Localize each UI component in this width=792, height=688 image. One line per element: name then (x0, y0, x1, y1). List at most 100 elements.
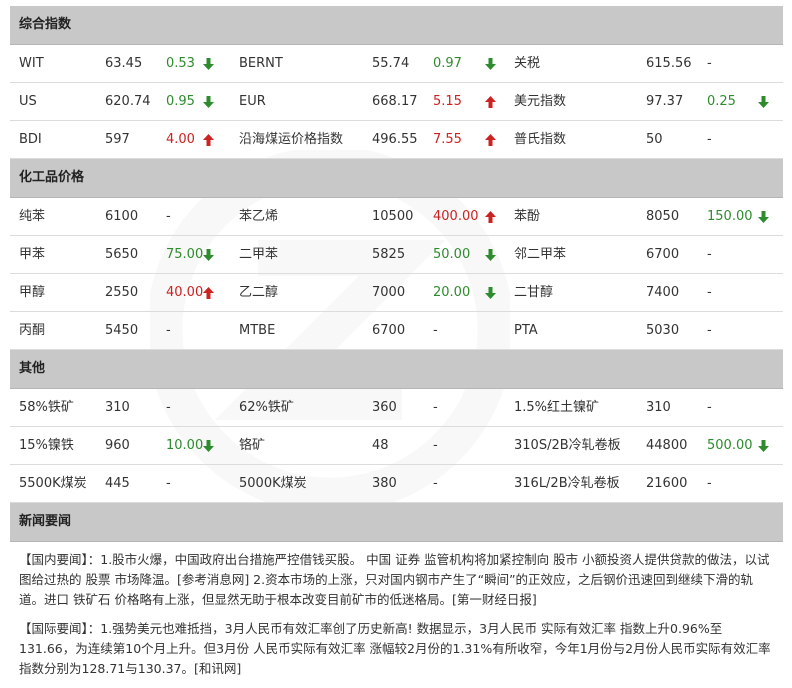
item-name: PTA (514, 323, 538, 338)
item-change: 75.00 (166, 247, 204, 262)
item-change: 20.00 (433, 285, 471, 300)
table-row: 丙酮 5450 - MTBE 6700 - PTA 5030 - (10, 312, 783, 350)
table-row: WIT 63.45 0.53 BERNT 55.74 0.97 关税 615.56- (10, 45, 783, 83)
item-name: 乙二醇 (239, 285, 279, 300)
item-value: 48 (372, 438, 389, 453)
item-value: 8050 (646, 209, 680, 224)
item-change: 0.95 (166, 94, 195, 109)
item-change: 0.53 (166, 56, 195, 71)
item-value: 5825 (372, 247, 406, 262)
arrow-up-icon (203, 287, 214, 299)
arrow-down-icon (203, 96, 214, 108)
item-change: - (433, 438, 438, 453)
item-change: 400.00 (433, 209, 479, 224)
item-name: 关税 (514, 56, 541, 71)
item-name: 316L/2B冷轧卷板 (514, 476, 620, 491)
section-header-news: 新闻要闻 (10, 503, 783, 542)
arrow-down-icon (485, 287, 496, 299)
item-value: 615.56 (646, 56, 692, 71)
item-name: 甲醇 (19, 285, 46, 300)
news-domestic: 【国内要闻】：1.股市火爆，中国政府出台措施严控借钱买股。 中国 证券 监管机构… (19, 552, 770, 607)
item-change: - (166, 209, 171, 224)
item-change: - (433, 476, 438, 491)
item-change: 5.15 (433, 94, 462, 109)
item-name: 5500K煤炭 (19, 476, 87, 491)
item-value: 55.74 (372, 56, 410, 71)
item-value: 10500 (372, 209, 414, 224)
item-value: 960 (105, 438, 130, 453)
arrow-down-icon (203, 58, 214, 70)
arrow-down-icon (203, 249, 214, 261)
item-change: 10.00 (166, 438, 204, 453)
item-value: 445 (105, 476, 130, 491)
arrow-up-icon (203, 134, 214, 146)
item-value: 5030 (646, 323, 680, 338)
item-value: 7000 (372, 285, 406, 300)
item-name: BERNT (239, 56, 283, 71)
table-row: 5500K煤炭 445 - 5000K煤炭 380 - 316L/2B冷轧卷板 21600 - (10, 465, 783, 503)
section-header-composite: 综合指数 (10, 6, 783, 45)
item-name: WIT (19, 56, 44, 71)
item-value: 44800 (646, 438, 688, 453)
table-row: 15%镍铁 960 10.00 铬矿 48 - 310S/2B冷轧卷板 44800 500.00 (10, 427, 783, 465)
arrow-down-icon (758, 211, 769, 223)
item-name: 苯酚 (514, 209, 541, 224)
item-name: 甲苯 (19, 247, 46, 262)
item-change: - (707, 323, 712, 338)
item-name: 纯苯 (19, 209, 46, 224)
chemicals-table: 纯苯 6100 - 苯乙烯 10500 400.00 苯酚 8050 150.00 甲苯 5650 7… (10, 198, 783, 350)
item-change: 50.00 (433, 247, 471, 262)
item-value: 360 (372, 400, 397, 415)
item-value: 6100 (105, 209, 139, 224)
arrow-down-icon (485, 249, 496, 261)
item-change: 0.25 (707, 94, 736, 109)
item-name: EUR (239, 94, 266, 109)
item-name: 美元指数 (514, 94, 567, 109)
item-value: 2550 (105, 285, 139, 300)
item-change: 4.00 (166, 132, 195, 147)
item-name: BDI (19, 132, 42, 147)
item-change: - (707, 132, 712, 147)
table-row: BDI 597 4.00 沿海煤运价格指数 496.55 7.55 普氏指数 50 - (10, 121, 783, 159)
item-change: 0.97 (433, 56, 462, 71)
table-row: 58%铁矿 310 - 62%铁矿 360 - 1.5%红土镍矿 310 - (10, 389, 783, 427)
arrow-up-icon (485, 96, 496, 108)
arrow-down-icon (758, 440, 769, 452)
composite-table: WIT 63.45 0.53 BERNT 55.74 0.97 关税 615.56- US 620… (10, 45, 783, 159)
table-row: 甲苯 5650 75.00 二甲苯 5825 50.00 邻二甲苯 6700 - (10, 236, 783, 274)
section-header-chemicals: 化工品价格 (10, 159, 783, 198)
item-name: 普氏指数 (514, 132, 567, 147)
item-change: 500.00 (707, 438, 753, 453)
item-change: - (433, 400, 438, 415)
item-change: - (707, 476, 712, 491)
item-value: 310 (105, 400, 130, 415)
arrow-down-icon (485, 58, 496, 70)
news-body: 【国内要闻】：1.股市火爆，中国政府出台措施严控借钱买股。 中国 证券 监管机构… (10, 542, 783, 679)
table-row: 甲醇 2550 40.00 乙二醇 7000 20.00 二甘醇 7400 - (10, 274, 783, 312)
item-name: 铬矿 (239, 438, 266, 453)
item-value: 21600 (646, 476, 688, 491)
item-value: 6700 (372, 323, 406, 338)
item-value: 97.37 (646, 94, 684, 109)
item-value: 597 (105, 132, 130, 147)
item-name: 沿海煤运价格指数 (239, 132, 344, 147)
item-name: MTBE (239, 323, 276, 338)
item-change: 40.00 (166, 285, 204, 300)
item-value: 310 (646, 400, 671, 415)
arrow-up-icon (485, 211, 496, 223)
item-change: - (166, 400, 171, 415)
arrow-up-icon (485, 134, 496, 146)
arrow-down-icon (758, 96, 769, 108)
item-change: - (707, 285, 712, 300)
item-change: 150.00 (707, 209, 753, 224)
item-change: - (707, 56, 712, 71)
item-value: 6700 (646, 247, 680, 262)
item-name: 丙酮 (19, 323, 46, 338)
item-change: - (433, 323, 438, 338)
section-header-other: 其他 (10, 350, 783, 389)
item-name: 5000K煤炭 (239, 476, 307, 491)
item-name: 62%铁矿 (239, 400, 294, 415)
table-row: 纯苯 6100 - 苯乙烯 10500 400.00 苯酚 8050 150.00 (10, 198, 783, 236)
item-name: 1.5%红土镍矿 (514, 400, 600, 415)
item-change: - (707, 247, 712, 262)
